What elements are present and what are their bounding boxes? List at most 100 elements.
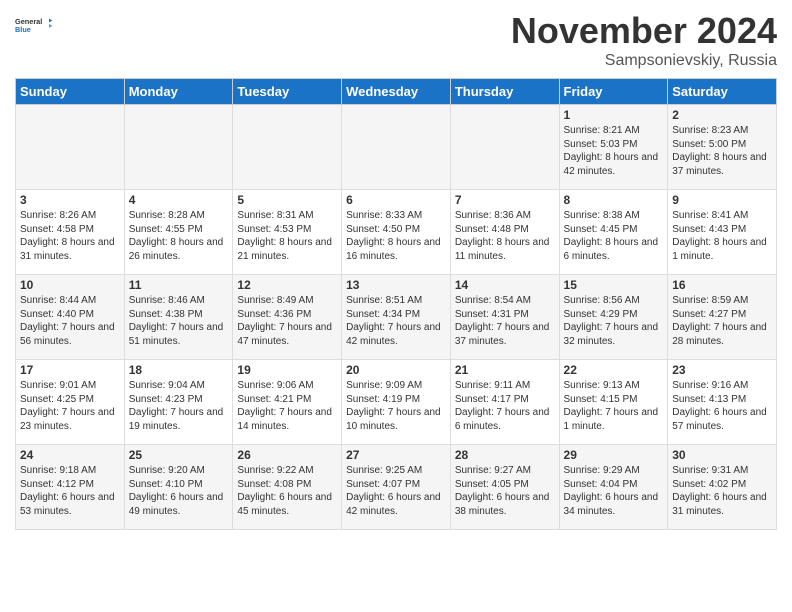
calendar-cell: 20Sunrise: 9:09 AM Sunset: 4:19 PM Dayli… xyxy=(342,360,451,445)
day-number: 4 xyxy=(129,193,229,207)
calendar-cell: 21Sunrise: 9:11 AM Sunset: 4:17 PM Dayli… xyxy=(450,360,559,445)
svg-text:General: General xyxy=(15,17,42,26)
header-sunday: Sunday xyxy=(16,79,125,105)
day-number: 24 xyxy=(20,448,120,462)
day-number: 8 xyxy=(564,193,664,207)
day-info: Sunrise: 8:59 AM Sunset: 4:27 PM Dayligh… xyxy=(672,294,772,348)
header-wednesday: Wednesday xyxy=(342,79,451,105)
day-number: 21 xyxy=(455,363,555,377)
day-number: 10 xyxy=(20,278,120,292)
day-info: Sunrise: 9:01 AM Sunset: 4:25 PM Dayligh… xyxy=(20,379,120,433)
location-subtitle: Sampsonievskiy, Russia xyxy=(511,52,777,70)
day-info: Sunrise: 9:27 AM Sunset: 4:05 PM Dayligh… xyxy=(455,464,555,518)
day-info: Sunrise: 8:56 AM Sunset: 4:29 PM Dayligh… xyxy=(564,294,664,348)
day-number: 16 xyxy=(672,278,772,292)
day-info: Sunrise: 9:06 AM Sunset: 4:21 PM Dayligh… xyxy=(237,379,337,433)
day-number: 18 xyxy=(129,363,229,377)
day-number: 5 xyxy=(237,193,337,207)
calendar-week-row: 1 Sunrise: 8:21 AM Sunset: 5:03 PM Daylig… xyxy=(16,105,777,190)
calendar-cell: 16 Sunrise: 8:59 AM Sunset: 4:27 PM Dayli… xyxy=(668,275,777,360)
page-container: GeneralBlue November 2024 Sampsonievskiy… xyxy=(0,0,792,535)
calendar-cell: 18 Sunrise: 9:04 AM Sunset: 4:23 PM Dayli… xyxy=(124,360,233,445)
day-number: 27 xyxy=(346,448,446,462)
calendar-cell xyxy=(233,105,342,190)
calendar-cell xyxy=(124,105,233,190)
calendar-cell: 23 Sunrise: 9:16 AM Sunset: 4:13 PM Dayli… xyxy=(668,360,777,445)
day-number: 6 xyxy=(346,193,446,207)
day-info: Sunrise: 8:49 AM Sunset: 4:36 PM Dayligh… xyxy=(237,294,337,348)
day-number: 13 xyxy=(346,278,446,292)
day-info: Sunrise: 9:20 AM Sunset: 4:10 PM Dayligh… xyxy=(129,464,229,518)
day-info: Sunrise: 9:22 AM Sunset: 4:08 PM Dayligh… xyxy=(237,464,337,518)
calendar-cell: 14Sunrise: 8:54 AM Sunset: 4:31 PM Dayli… xyxy=(450,275,559,360)
calendar-week-row: 24 Sunrise: 9:18 AM Sunset: 4:12 PM Dayli… xyxy=(16,445,777,530)
day-info: Sunrise: 8:36 AM Sunset: 4:48 PM Dayligh… xyxy=(455,209,555,263)
calendar-week-row: 3 Sunrise: 8:26 AM Sunset: 4:58 PM Daylig… xyxy=(16,190,777,275)
calendar-cell: 30Sunrise: 9:31 AM Sunset: 4:02 PM Dayli… xyxy=(668,445,777,530)
calendar-week-row: 10Sunrise: 8:44 AM Sunset: 4:40 PM Dayli… xyxy=(16,275,777,360)
month-title: November 2024 xyxy=(511,10,777,52)
day-number: 9 xyxy=(672,193,772,207)
day-number: 23 xyxy=(672,363,772,377)
calendar-cell xyxy=(450,105,559,190)
day-info: Sunrise: 8:28 AM Sunset: 4:55 PM Dayligh… xyxy=(129,209,229,263)
day-info: Sunrise: 8:41 AM Sunset: 4:43 PM Dayligh… xyxy=(672,209,772,263)
header-monday: Monday xyxy=(124,79,233,105)
calendar-header-row: Sunday Monday Tuesday Wednesday Thursday… xyxy=(16,79,777,105)
day-number: 3 xyxy=(20,193,120,207)
calendar-cell xyxy=(16,105,125,190)
title-block: November 2024 Sampsonievskiy, Russia xyxy=(511,10,777,70)
day-info: Sunrise: 8:46 AM Sunset: 4:38 PM Dayligh… xyxy=(129,294,229,348)
calendar-cell: 22 Sunrise: 9:13 AM Sunset: 4:15 PM Dayli… xyxy=(559,360,668,445)
day-info: Sunrise: 9:18 AM Sunset: 4:12 PM Dayligh… xyxy=(20,464,120,518)
day-info: Sunrise: 9:16 AM Sunset: 4:13 PM Dayligh… xyxy=(672,379,772,433)
day-number: 1 xyxy=(564,108,664,122)
calendar-cell: 10Sunrise: 8:44 AM Sunset: 4:40 PM Dayli… xyxy=(16,275,125,360)
day-info: Sunrise: 9:31 AM Sunset: 4:02 PM Dayligh… xyxy=(672,464,772,518)
day-number: 26 xyxy=(237,448,337,462)
calendar-week-row: 17 Sunrise: 9:01 AM Sunset: 4:25 PM Dayli… xyxy=(16,360,777,445)
day-info: Sunrise: 9:25 AM Sunset: 4:07 PM Dayligh… xyxy=(346,464,446,518)
calendar-cell: 6 Sunrise: 8:33 AM Sunset: 4:50 PM Daylig… xyxy=(342,190,451,275)
day-info: Sunrise: 9:09 AM Sunset: 4:19 PM Dayligh… xyxy=(346,379,446,433)
calendar-cell: 12 Sunrise: 8:49 AM Sunset: 4:36 PM Dayli… xyxy=(233,275,342,360)
calendar-cell: 29 Sunrise: 9:29 AM Sunset: 4:04 PM Dayli… xyxy=(559,445,668,530)
calendar-table: Sunday Monday Tuesday Wednesday Thursday… xyxy=(15,78,777,530)
calendar-cell: 28 Sunrise: 9:27 AM Sunset: 4:05 PM Dayli… xyxy=(450,445,559,530)
day-info: Sunrise: 8:21 AM Sunset: 5:03 PM Dayligh… xyxy=(564,124,664,178)
day-info: Sunrise: 8:23 AM Sunset: 5:00 PM Dayligh… xyxy=(672,124,772,178)
day-number: 11 xyxy=(129,278,229,292)
logo: GeneralBlue xyxy=(15,10,55,40)
calendar-cell: 1 Sunrise: 8:21 AM Sunset: 5:03 PM Daylig… xyxy=(559,105,668,190)
day-number: 17 xyxy=(20,363,120,377)
calendar-cell: 24 Sunrise: 9:18 AM Sunset: 4:12 PM Dayli… xyxy=(16,445,125,530)
day-info: Sunrise: 8:33 AM Sunset: 4:50 PM Dayligh… xyxy=(346,209,446,263)
calendar-cell: 2Sunrise: 8:23 AM Sunset: 5:00 PM Daylig… xyxy=(668,105,777,190)
calendar-cell: 17 Sunrise: 9:01 AM Sunset: 4:25 PM Dayli… xyxy=(16,360,125,445)
day-info: Sunrise: 9:13 AM Sunset: 4:15 PM Dayligh… xyxy=(564,379,664,433)
calendar-cell: 3 Sunrise: 8:26 AM Sunset: 4:58 PM Daylig… xyxy=(16,190,125,275)
day-info: Sunrise: 9:29 AM Sunset: 4:04 PM Dayligh… xyxy=(564,464,664,518)
day-number: 28 xyxy=(455,448,555,462)
header: GeneralBlue November 2024 Sampsonievskiy… xyxy=(15,10,777,70)
day-number: 7 xyxy=(455,193,555,207)
calendar-cell: 15Sunrise: 8:56 AM Sunset: 4:29 PM Dayli… xyxy=(559,275,668,360)
day-info: Sunrise: 9:04 AM Sunset: 4:23 PM Dayligh… xyxy=(129,379,229,433)
day-number: 29 xyxy=(564,448,664,462)
calendar-cell: 26 Sunrise: 9:22 AM Sunset: 4:08 PM Dayli… xyxy=(233,445,342,530)
logo-icon: GeneralBlue xyxy=(15,10,55,40)
calendar-cell: 4 Sunrise: 8:28 AM Sunset: 4:55 PM Daylig… xyxy=(124,190,233,275)
day-info: Sunrise: 8:51 AM Sunset: 4:34 PM Dayligh… xyxy=(346,294,446,348)
svg-text:Blue: Blue xyxy=(15,25,31,34)
day-number: 14 xyxy=(455,278,555,292)
day-number: 12 xyxy=(237,278,337,292)
header-thursday: Thursday xyxy=(450,79,559,105)
calendar-cell: 19Sunrise: 9:06 AM Sunset: 4:21 PM Dayli… xyxy=(233,360,342,445)
header-saturday: Saturday xyxy=(668,79,777,105)
calendar-cell: 27 Sunrise: 9:25 AM Sunset: 4:07 PM Dayli… xyxy=(342,445,451,530)
day-info: Sunrise: 8:26 AM Sunset: 4:58 PM Dayligh… xyxy=(20,209,120,263)
day-number: 25 xyxy=(129,448,229,462)
calendar-cell: 9 Sunrise: 8:41 AM Sunset: 4:43 PM Daylig… xyxy=(668,190,777,275)
header-friday: Friday xyxy=(559,79,668,105)
day-number: 22 xyxy=(564,363,664,377)
